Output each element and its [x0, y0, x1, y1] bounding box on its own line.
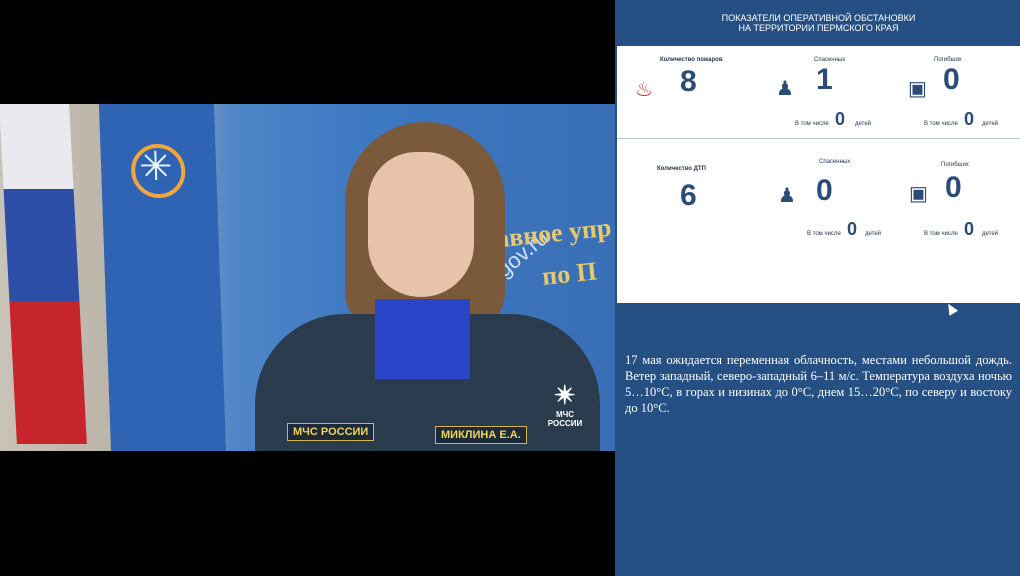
presenter-shirt — [375, 299, 470, 379]
dtp-rescued-label: Спасенных — [819, 159, 851, 165]
russian-flag — [0, 104, 87, 444]
chest-badge: МЧС РОССИИ — [287, 423, 375, 441]
stats-card: Количество пожаров ♨ 8 Спасенных ♟ 1 В т… — [617, 46, 1020, 303]
presenter-face — [368, 152, 474, 297]
dtp-died-incl-label: В том числе — [924, 231, 958, 237]
dtp-rescued-children: 0 — [847, 219, 858, 239]
mchs-logo: ✴ МЧС РОССИИ — [540, 380, 590, 428]
mchs-emblem-icon: ✴ — [554, 380, 576, 410]
dtp-died-count: 0 — [945, 171, 962, 204]
mchs-flag — [98, 104, 227, 451]
mchs-star-icon — [130, 144, 187, 198]
fires-died-incl-label: В том числе — [924, 121, 958, 127]
fires-rescued-unit: детей — [855, 121, 872, 127]
dtp-died-label: Погибших — [941, 162, 969, 168]
video-frame: ru.gov.ru Главное упр по П — [0, 104, 615, 451]
dtp-died-children: 0 — [964, 219, 975, 239]
fires-died-children: 0 — [964, 109, 975, 129]
fires-count: 8 — [680, 65, 697, 98]
fires-died-count: 0 — [943, 63, 960, 96]
fires-rescued-incl-label: В том числе — [795, 121, 829, 127]
fires-label: Количество пожаров — [660, 57, 723, 63]
dtp-rescued-count: 0 — [816, 174, 833, 207]
name-badge: МИКЛИНА Е.А. — [435, 426, 527, 444]
rescuer-icon: ♟ — [778, 185, 796, 207]
dtp-label: Количество ДТП — [657, 166, 706, 172]
dtp-count: 6 — [680, 179, 697, 212]
fires-rescued-count: 1 — [816, 63, 833, 96]
fires-died-unit: детей — [982, 121, 999, 127]
fire-icon: ♨ — [635, 79, 653, 101]
mchs-logo-text: МЧС РОССИИ — [547, 410, 583, 428]
weather-forecast: 17 мая ожидается переменная облачность, … — [625, 353, 1012, 415]
panel-header: ПОКАЗАТЕЛИ ОПЕРАТИВНОЙ ОБСТАНОВКИ НА ТЕР… — [617, 4, 1020, 46]
dtp-rescued-incl-label: В том числе — [807, 231, 841, 237]
fires-rescued-children: 0 — [835, 109, 846, 129]
door-exit-icon: ▣ — [908, 78, 927, 100]
row-divider — [617, 138, 1020, 139]
dtp-rescued-unit: детей — [865, 231, 882, 237]
dtp-died-unit: детей — [982, 231, 999, 237]
panel-title-line2: НА ТЕРРИТОРИИ ПЕРМСКОГО КРАЯ — [738, 23, 899, 33]
door-exit-icon: ▣ — [909, 183, 928, 205]
panel-title-line1: ПОКАЗАТЕЛИ ОПЕРАТИВНОЙ ОБСТАНОВКИ — [721, 13, 916, 23]
rescuer-icon: ♟ — [776, 78, 794, 100]
